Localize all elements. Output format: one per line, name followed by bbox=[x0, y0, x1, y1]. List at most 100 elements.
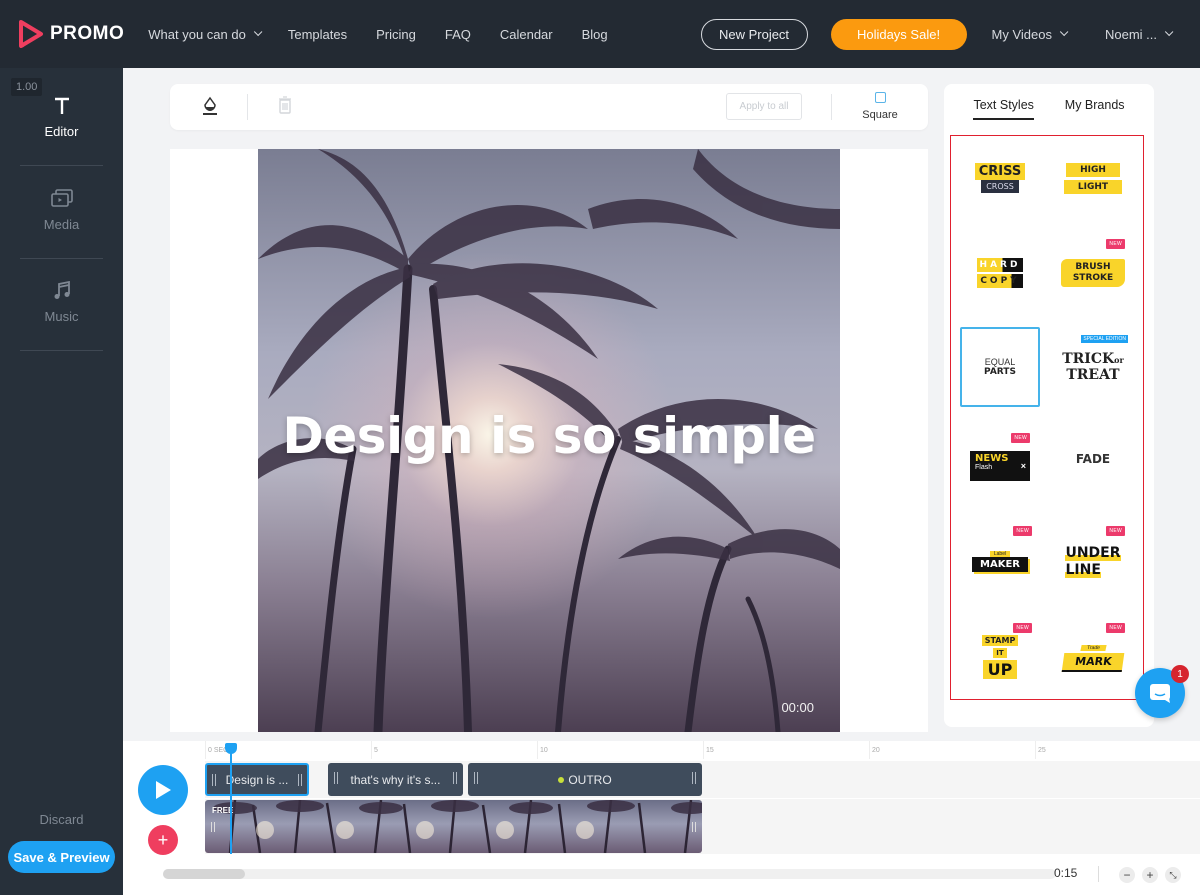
style-fade[interactable]: FADE bbox=[1053, 419, 1133, 499]
video-clip[interactable]: FREE bbox=[205, 800, 702, 853]
style-criss-cross[interactable]: CRISS CROSS bbox=[960, 138, 1040, 218]
unread-count-badge: 1 bbox=[1171, 665, 1189, 683]
style-label-maker[interactable]: NEW Label MAKER bbox=[960, 516, 1040, 596]
fit-to-screen-icon[interactable]: ⤡ bbox=[1165, 867, 1181, 883]
style-stamp-it-up[interactable]: NEW STAMP IT UP bbox=[960, 613, 1040, 693]
style-news-flash[interactable]: NEW NEWS Flash × bbox=[960, 419, 1040, 499]
news-flash-box: NEWS Flash × bbox=[970, 451, 1030, 481]
new-badge: NEW bbox=[1013, 526, 1032, 536]
sidebar-item-label: Music bbox=[44, 309, 79, 324]
style-line: CROSS bbox=[981, 180, 1019, 193]
nav-what-you-can-do[interactable]: What you can do bbox=[148, 26, 263, 42]
new-badge: NEW bbox=[1106, 623, 1125, 633]
nav-blog[interactable]: Blog bbox=[582, 27, 608, 42]
style-underline[interactable]: NEW UNDER LINE bbox=[1053, 516, 1133, 596]
sidebar-divider bbox=[20, 165, 103, 166]
nav-pricing[interactable]: Pricing bbox=[376, 27, 416, 42]
playhead[interactable] bbox=[225, 743, 237, 854]
play-button[interactable] bbox=[138, 765, 188, 815]
media-icon bbox=[0, 187, 123, 211]
style-line: Trade bbox=[1079, 644, 1107, 651]
trash-icon[interactable] bbox=[278, 96, 292, 119]
top-navigation: PROMO What you can do Templates Pricing … bbox=[0, 0, 1200, 68]
style-line: Flash bbox=[975, 464, 993, 471]
save-preview-button[interactable]: Save & Preview bbox=[8, 841, 115, 873]
outro-clip[interactable]: OUTRO bbox=[468, 763, 702, 796]
drag-handle-icon[interactable] bbox=[298, 774, 302, 786]
sidebar-item-media[interactable]: Media bbox=[0, 187, 123, 232]
clip-label: OUTRO bbox=[468, 773, 702, 787]
tab-text-styles[interactable]: Text Styles bbox=[973, 98, 1034, 120]
ruler-tick-label: 5 bbox=[374, 747, 378, 754]
holidays-sale-button[interactable]: Holidays Sale! bbox=[830, 18, 967, 50]
new-badge: NEW bbox=[1106, 526, 1125, 536]
style-hard-copy[interactable]: HARD COPY bbox=[960, 233, 1040, 313]
style-line: UP bbox=[982, 660, 1018, 679]
add-scene-button[interactable]: + bbox=[148, 825, 178, 855]
style-line: PARTS bbox=[984, 367, 1016, 377]
timeline-zoom-in-button[interactable]: + bbox=[1142, 867, 1158, 883]
style-line: STROKE bbox=[1072, 273, 1114, 283]
special-edition-badge: SPECIAL EDITION bbox=[1081, 335, 1128, 343]
timeline-scrollbar[interactable] bbox=[163, 869, 1056, 879]
style-trade-mark[interactable]: NEW Trade MARK bbox=[1053, 613, 1133, 693]
clip-label-text: OUTRO bbox=[568, 772, 612, 787]
video-title-text[interactable]: Design is so simple bbox=[258, 407, 840, 465]
drag-handle-icon[interactable] bbox=[692, 772, 696, 784]
text-clip[interactable]: Design is ... bbox=[205, 763, 309, 796]
drag-handle-icon[interactable] bbox=[211, 822, 215, 832]
style-highlight[interactable]: HIGH LIGHT bbox=[1053, 138, 1133, 218]
nav-label: What you can do bbox=[148, 26, 246, 42]
logo[interactable]: PROMO bbox=[18, 20, 124, 48]
my-videos-dropdown[interactable]: My Videos bbox=[992, 27, 1069, 42]
text-styles-grid: CRISS CROSS HIGH LIGHT HARD COPY NEW BRU… bbox=[950, 135, 1144, 700]
ruler-tick-line bbox=[537, 741, 538, 759]
sidebar-item-editor[interactable]: Editor bbox=[0, 94, 123, 139]
drag-handle-icon[interactable] bbox=[453, 772, 457, 784]
left-sidebar: 1.00 Editor Media Music Discard Save & P… bbox=[0, 68, 123, 895]
style-line: STAMP bbox=[981, 635, 1019, 646]
aspect-square-option[interactable]: Square bbox=[852, 92, 908, 121]
style-line: MAKER bbox=[972, 556, 1028, 572]
square-aspect-icon bbox=[874, 92, 886, 103]
sidebar-divider bbox=[20, 350, 103, 351]
timeline-ruler[interactable]: 0 SEC 5 10 15 20 25 bbox=[205, 741, 1200, 759]
text-clip[interactable]: that's why it's s... bbox=[328, 763, 463, 796]
scrollbar-thumb[interactable] bbox=[163, 869, 245, 879]
style-brush-stroke[interactable]: NEW BRUSH STROKE bbox=[1053, 233, 1133, 313]
style-line: FADE bbox=[1075, 452, 1111, 466]
video-preview[interactable]: Design is so simple 00:00 bbox=[258, 149, 840, 732]
clip-label: that's why it's s... bbox=[350, 772, 441, 787]
ruler-tick-line bbox=[1035, 741, 1036, 759]
timeline-zoom-out-button[interactable]: − bbox=[1119, 867, 1135, 883]
style-line: or bbox=[1114, 354, 1124, 365]
toolbar-divider bbox=[831, 94, 832, 120]
play-icon bbox=[156, 781, 171, 799]
ruler-tick-line bbox=[371, 741, 372, 759]
chat-launcher-button[interactable]: 1 bbox=[1135, 665, 1189, 718]
style-line: CRISS bbox=[974, 163, 1026, 180]
style-trick-or-treat[interactable]: SPECIAL EDITION TRICKor TREAT bbox=[1053, 327, 1133, 407]
fill-color-icon[interactable] bbox=[202, 96, 218, 121]
tab-my-brands[interactable]: My Brands bbox=[1065, 98, 1125, 120]
nav-templates[interactable]: Templates bbox=[288, 27, 347, 42]
new-project-button[interactable]: New Project bbox=[700, 18, 808, 50]
apply-to-all-button[interactable]: Apply to all bbox=[726, 93, 802, 120]
drag-handle-icon[interactable] bbox=[692, 822, 696, 832]
discard-button[interactable]: Discard bbox=[0, 812, 123, 827]
clip-label: Design is ... bbox=[225, 772, 289, 787]
drag-handle-icon[interactable] bbox=[334, 772, 338, 784]
brand-name: PROMO bbox=[50, 23, 125, 44]
ruler-tick-label: 20 bbox=[872, 747, 880, 754]
style-equal-parts[interactable]: EQUAL PARTS bbox=[960, 327, 1040, 407]
nav-calendar[interactable]: Calendar bbox=[500, 27, 553, 42]
style-line: HARD bbox=[976, 258, 1024, 272]
status-dot-icon bbox=[558, 777, 565, 784]
ruler-tick-line bbox=[869, 741, 870, 759]
drag-handle-icon[interactable] bbox=[474, 772, 478, 784]
drag-handle-icon[interactable] bbox=[212, 774, 216, 786]
user-menu-dropdown[interactable]: Noemi ... bbox=[1105, 27, 1174, 42]
style-line: BRUSH STROKE bbox=[1060, 259, 1126, 287]
nav-faq[interactable]: FAQ bbox=[445, 27, 471, 42]
sidebar-item-music[interactable]: Music bbox=[0, 279, 123, 324]
